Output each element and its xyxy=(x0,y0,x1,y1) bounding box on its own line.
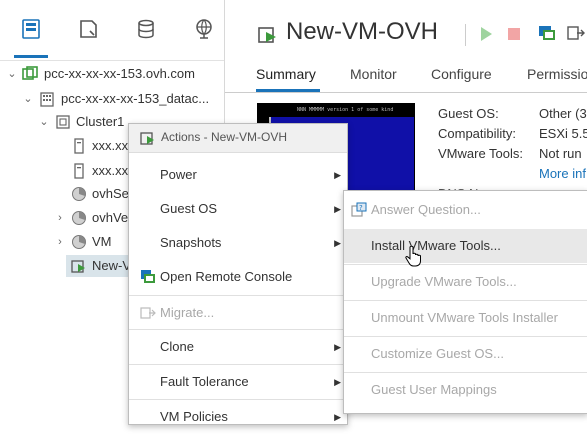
menu-item-open-remote-console[interactable]: Open Remote Console xyxy=(129,260,347,294)
tree-item-label: pcc-xx-xx-xx-153_datac... xyxy=(61,91,210,106)
compatibility-label: Compatibility: xyxy=(438,126,517,141)
submenu-arrow-icon: ▶ xyxy=(334,238,341,248)
tree-item-label: xxx.xx xyxy=(92,138,129,153)
toolbar-divider xyxy=(465,24,466,46)
tree-item-label: ovhVe xyxy=(92,210,129,225)
vm-powered-off-icon xyxy=(71,260,85,273)
guest-os-label: Guest OS: xyxy=(438,106,499,121)
resource-pool-icon xyxy=(72,211,86,225)
storage-view-icon[interactable] xyxy=(135,18,157,40)
tree-item-label: Cluster1 xyxy=(76,114,125,129)
answer-question-icon: ? xyxy=(351,202,367,217)
networking-view-icon[interactable] xyxy=(193,18,215,40)
power-on-icon[interactable] xyxy=(479,26,493,42)
menu-item-label: Customize Guest OS... xyxy=(371,346,504,361)
submenu-arrow-icon: ▶ xyxy=(334,377,341,387)
svg-text:?: ? xyxy=(359,204,363,212)
vmware-tools-label: VMware Tools: xyxy=(438,146,524,161)
submenu-arrow-icon: ▶ xyxy=(334,412,341,422)
chevron-down-icon[interactable]: ⌄ xyxy=(38,111,50,133)
menu-item-clone[interactable]: Clone ▶ xyxy=(129,330,347,364)
menu-item-migrate[interactable]: Migrate... xyxy=(129,296,347,330)
migrate-icon[interactable] xyxy=(567,24,585,42)
more-info-link[interactable]: More inf xyxy=(539,166,586,181)
tree-item-vcenter[interactable]: ⌄ pcc-xx-xx-xx-153.ovh.com xyxy=(0,63,224,85)
hand-cursor-icon xyxy=(405,245,421,267)
menu-item-answer-question[interactable]: ? Answer Question... xyxy=(344,193,587,227)
submenu-arrow-icon: ▶ xyxy=(334,342,341,352)
chevron-right-icon[interactable]: › xyxy=(54,231,66,253)
console-text: NNN MMMMM version 1 of some kind xyxy=(297,107,394,113)
navigator-view-switcher xyxy=(0,0,224,60)
tree-item-datacenter[interactable]: ⌄ pcc-xx-xx-xx-153_datac... xyxy=(0,88,224,110)
datacenter-icon xyxy=(40,92,54,107)
menu-item-label: Install VMware Tools... xyxy=(371,238,501,253)
menu-item-power[interactable]: Power ▶ xyxy=(129,158,347,192)
chevron-right-icon[interactable]: › xyxy=(54,207,66,229)
vm-icon xyxy=(258,27,276,43)
tab-monitor[interactable]: Monitor xyxy=(350,66,397,82)
menu-item-label: Migrate... xyxy=(160,305,215,320)
menu-item-snapshots[interactable]: Snapshots ▶ xyxy=(129,226,347,260)
active-view-indicator xyxy=(14,55,48,58)
migrate-icon xyxy=(140,307,156,319)
menu-item-unmount-vmware-tools-installer[interactable]: Unmount VMware Tools Installer xyxy=(344,301,587,335)
actions-context-menu: Actions - New-VM-OVH Power ▶ Guest OS ▶ … xyxy=(128,123,348,425)
actions-menu-header: Actions - New-VM-OVH xyxy=(129,124,347,153)
active-tab-indicator xyxy=(256,89,320,92)
menu-item-label: Open Remote Console xyxy=(160,269,293,284)
cluster-icon xyxy=(56,115,70,129)
host-icon xyxy=(74,138,84,154)
menu-item-label: Upgrade VMware Tools... xyxy=(371,274,517,289)
host-icon xyxy=(74,163,84,179)
remote-console-icon xyxy=(141,270,155,283)
chevron-down-icon[interactable]: ⌄ xyxy=(6,63,18,85)
resource-pool-icon xyxy=(72,187,86,201)
menu-item-label: Clone xyxy=(160,339,194,354)
tab-configure[interactable]: Configure xyxy=(431,66,492,82)
tree-item-label: New-V xyxy=(92,258,132,273)
menu-item-customize-guest-os[interactable]: Customize Guest OS... xyxy=(344,337,587,371)
tab-summary[interactable]: Summary xyxy=(256,66,316,82)
menu-item-label: Snapshots xyxy=(160,235,222,250)
menu-item-label: Guest User Mappings xyxy=(371,382,497,397)
resource-pool-icon xyxy=(72,235,86,249)
tree-item-label: xxx.xx xyxy=(92,163,129,178)
menu-item-upgrade-vmware-tools[interactable]: Upgrade VMware Tools... xyxy=(344,265,587,299)
chevron-down-icon[interactable]: ⌄ xyxy=(22,88,34,110)
submenu-arrow-icon: ▶ xyxy=(334,170,341,180)
submenu-arrow-icon: ▶ xyxy=(334,204,341,214)
navigator-divider xyxy=(0,60,224,61)
compatibility-value: ESXi 5.5 xyxy=(539,126,587,141)
actions-menu-title: Actions - New-VM-OVH xyxy=(161,130,288,144)
tree-item-label: VM xyxy=(92,234,112,249)
menu-item-install-vmware-tools[interactable]: Install VMware Tools... xyxy=(344,229,587,263)
menu-item-label: Answer Question... xyxy=(371,202,481,217)
menu-item-label: Power xyxy=(160,167,197,182)
guest-os-value: Other (3 xyxy=(539,106,587,121)
menu-item-label: Unmount VMware Tools Installer xyxy=(371,310,558,325)
vms-templates-view-icon[interactable] xyxy=(77,18,99,40)
menu-item-fault-tolerance[interactable]: Fault Tolerance ▶ xyxy=(129,365,347,399)
menu-item-guest-user-mappings[interactable]: Guest User Mappings xyxy=(344,373,587,407)
guest-os-submenu: ? Answer Question... Install VMware Tool… xyxy=(343,190,587,414)
menu-item-label: VM Policies xyxy=(160,409,228,424)
menu-item-vm-policies[interactable]: VM Policies ▶ xyxy=(129,400,347,434)
vcenter-icon xyxy=(22,66,38,80)
power-off-icon[interactable] xyxy=(507,27,521,41)
vmware-tools-value: Not run xyxy=(539,146,582,161)
launch-console-icon[interactable] xyxy=(538,24,556,42)
menu-item-guest-os[interactable]: Guest OS ▶ xyxy=(129,192,347,226)
tree-item-label: pcc-xx-xx-xx-153.ovh.com xyxy=(44,66,195,81)
vm-icon xyxy=(140,132,154,145)
tree-item-label: ovhSe xyxy=(92,186,129,201)
menu-item-label: Guest OS xyxy=(160,201,218,216)
hosts-clusters-view-icon[interactable] xyxy=(20,18,42,40)
page-title: New-VM-OVH xyxy=(286,18,439,45)
tab-permissions[interactable]: Permissio xyxy=(527,66,587,82)
menu-item-label: Fault Tolerance xyxy=(160,374,249,389)
